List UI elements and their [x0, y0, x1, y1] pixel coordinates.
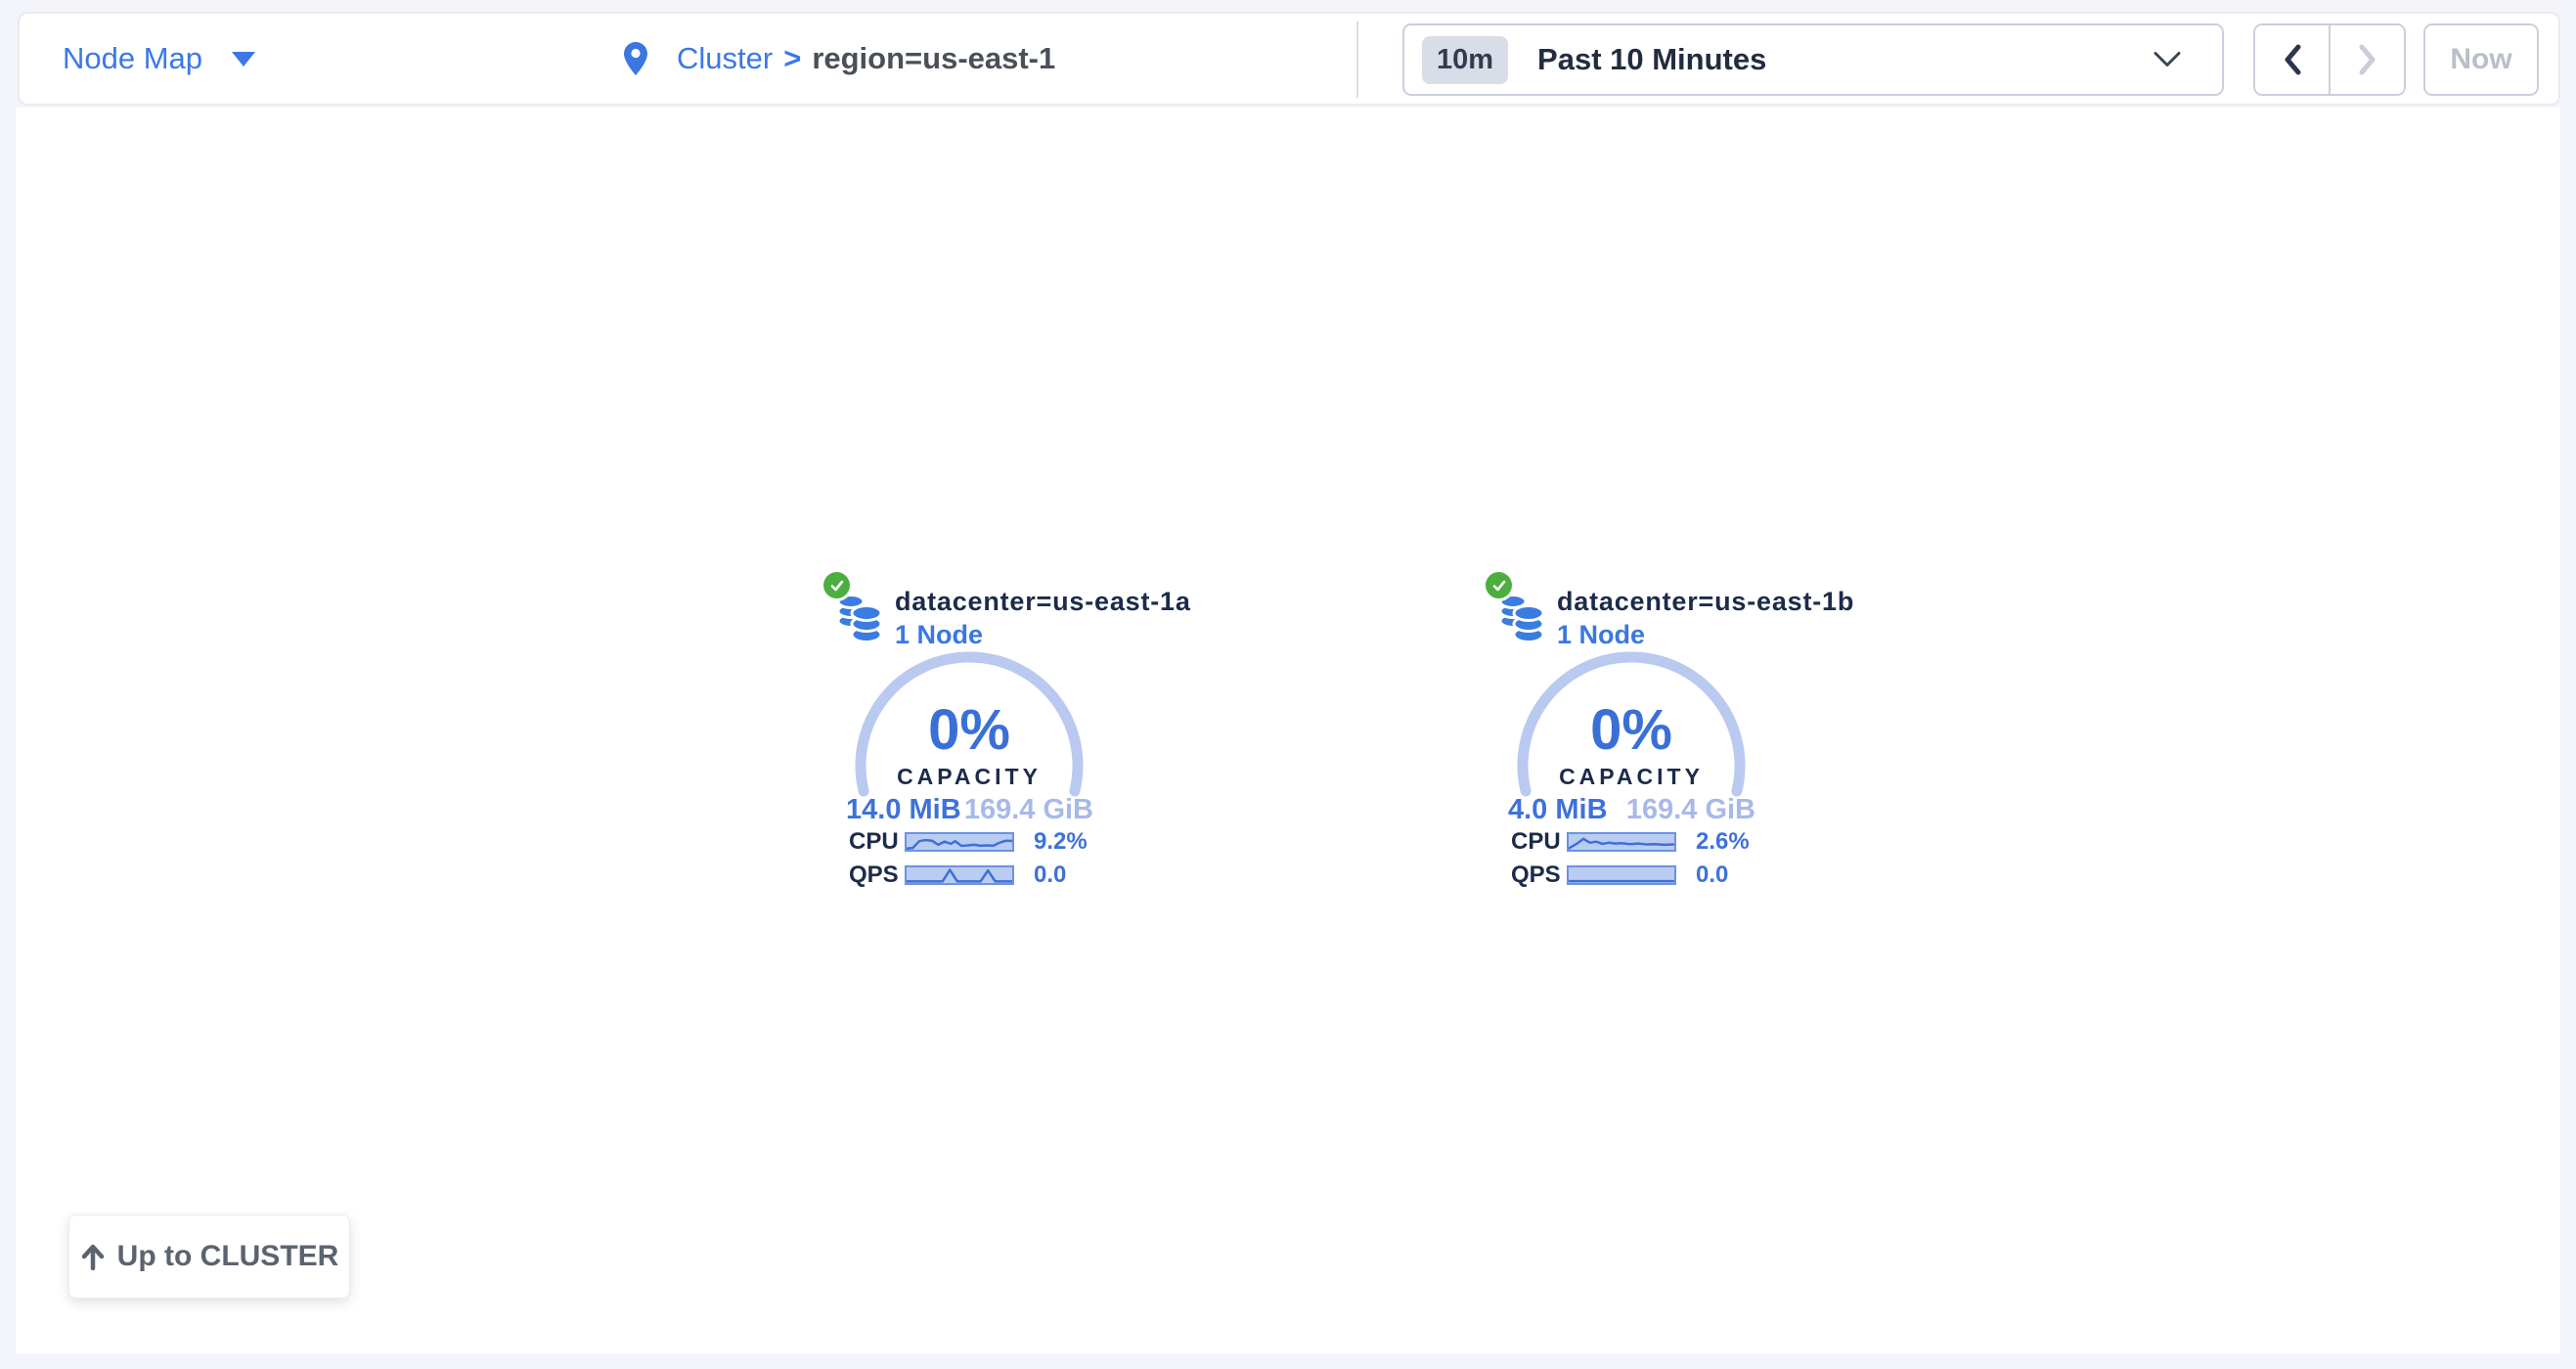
- qps-value: 0.0: [1696, 861, 1728, 889]
- now-button[interactable]: Now: [2423, 23, 2539, 96]
- capacity-total: 169.4 GiB: [1626, 794, 1755, 826]
- header-bar: Node Map Cluster > region=us-east-1 10m …: [18, 12, 2560, 106]
- datacenter-node-count: 1 Node: [895, 620, 983, 650]
- cpu-sparkline: [1567, 832, 1676, 852]
- up-to-cluster-button[interactable]: Up to CLUSTER: [68, 1214, 350, 1299]
- cpu-sparkline: [905, 832, 1014, 852]
- time-range-badge: 10m: [1422, 36, 1508, 84]
- capacity-values: 14.0 MiB 169.4 GiB: [846, 794, 1093, 826]
- datacenter-group-us-east-1a[interactable]: datacenter=us-east-1a 1 Node 0% CAPACITY…: [822, 572, 1115, 1012]
- arrow-up-icon: [80, 1243, 106, 1270]
- capacity-label: CAPACITY: [852, 764, 1087, 790]
- time-nav-arrows: [2253, 23, 2406, 96]
- qps-metric-row: QPS 0.0: [1511, 863, 1728, 887]
- qps-label: QPS: [849, 861, 905, 889]
- view-selector-dropdown[interactable]: Node Map: [63, 14, 255, 104]
- chevron-down-icon: [2154, 52, 2181, 68]
- qps-sparkline: [905, 865, 1014, 885]
- cpu-label: CPU: [849, 828, 905, 856]
- time-range-dropdown[interactable]: 10m Past 10 Minutes: [1402, 23, 2224, 96]
- capacity-label: CAPACITY: [1514, 764, 1749, 790]
- health-check-icon: [1486, 572, 1512, 598]
- breadcrumb-cluster-link[interactable]: Cluster: [677, 41, 773, 76]
- cpu-label: CPU: [1511, 828, 1567, 856]
- header-divider: [1356, 22, 1358, 98]
- qps-label: QPS: [1511, 861, 1567, 889]
- chevron-down-icon: [232, 52, 255, 66]
- datacenter-title: datacenter=us-east-1a: [895, 587, 1191, 617]
- capacity-percent: 0%: [852, 697, 1087, 763]
- chevron-right-icon: [2358, 44, 2377, 75]
- cpu-metric-row: CPU 9.2%: [849, 830, 1088, 854]
- time-prev-button[interactable]: [2255, 25, 2331, 94]
- capacity-used: 4.0 MiB: [1508, 794, 1608, 826]
- capacity-percent: 0%: [1514, 697, 1749, 763]
- up-to-cluster-label: Up to CLUSTER: [117, 1240, 339, 1273]
- datacenter-icon: [1499, 593, 1544, 643]
- capacity-used: 14.0 MiB: [846, 794, 961, 826]
- cpu-metric-row: CPU 2.6%: [1511, 830, 1750, 854]
- qps-metric-row: QPS 0.0: [849, 863, 1066, 887]
- time-range-label: Past 10 Minutes: [1537, 42, 1766, 77]
- cpu-value: 2.6%: [1696, 828, 1750, 856]
- breadcrumb: Cluster > region=us-east-1: [624, 14, 1055, 104]
- node-map-canvas: datacenter=us-east-1a 1 Node 0% CAPACITY…: [16, 108, 2560, 1353]
- location-pin-icon: [624, 42, 647, 75]
- health-check-icon: [823, 572, 850, 598]
- qps-sparkline: [1567, 865, 1676, 885]
- capacity-values: 4.0 MiB 169.4 GiB: [1508, 794, 1755, 826]
- chevron-left-icon: [2283, 44, 2302, 75]
- datacenter-group-us-east-1b[interactable]: datacenter=us-east-1b 1 Node 0% CAPACITY…: [1484, 572, 1777, 1012]
- time-next-button[interactable]: [2331, 25, 2404, 94]
- capacity-total: 169.4 GiB: [964, 794, 1093, 826]
- qps-value: 0.0: [1034, 861, 1066, 889]
- view-selector-label: Node Map: [63, 41, 202, 76]
- datacenter-node-count: 1 Node: [1557, 620, 1645, 650]
- breadcrumb-current: region=us-east-1: [812, 41, 1055, 76]
- cpu-value: 9.2%: [1034, 828, 1088, 856]
- datacenter-title: datacenter=us-east-1b: [1557, 587, 1854, 617]
- node-map-page: Node Map Cluster > region=us-east-1 10m …: [0, 0, 2576, 1369]
- breadcrumb-separator: >: [783, 41, 801, 76]
- datacenter-icon: [837, 593, 882, 643]
